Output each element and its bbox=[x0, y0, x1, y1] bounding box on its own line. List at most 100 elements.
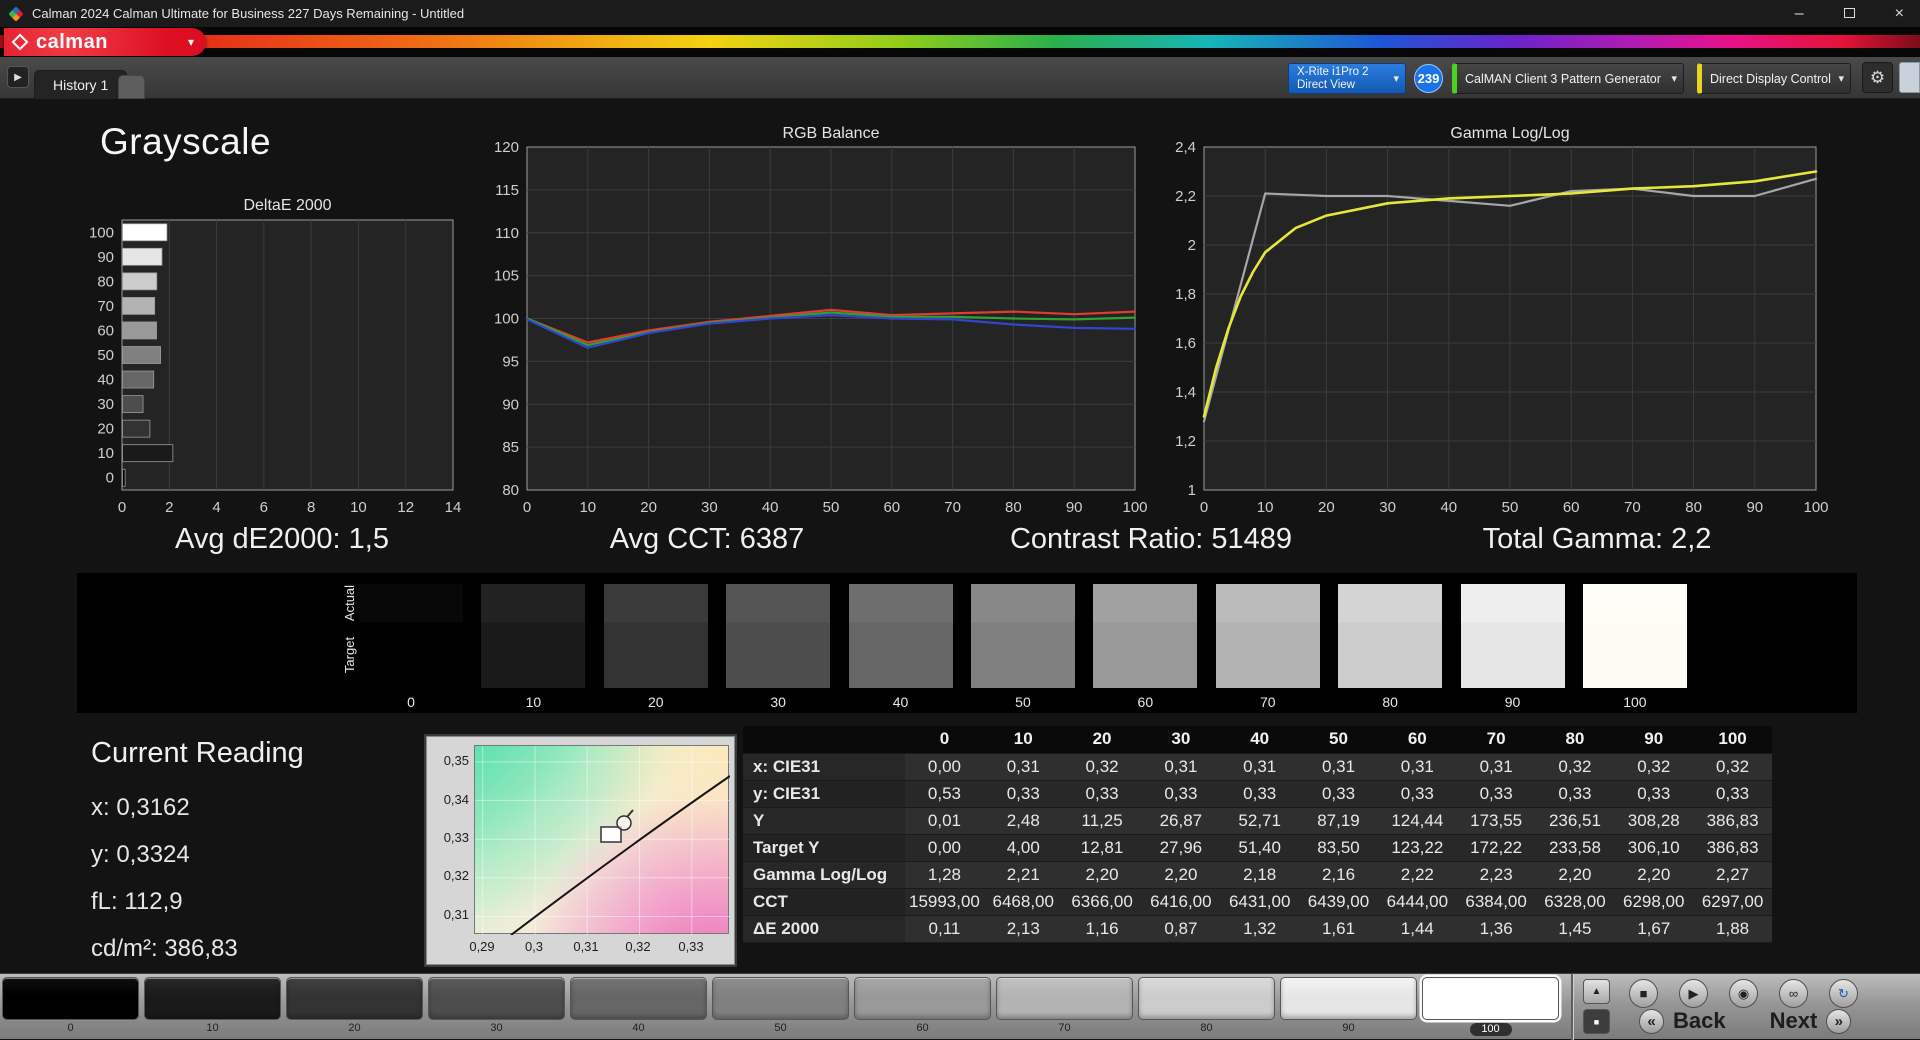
refresh-button[interactable]: ↻ bbox=[1829, 979, 1858, 1008]
display-control-dropdown[interactable]: Direct Display Control ▾ bbox=[1697, 63, 1851, 94]
stop-button[interactable]: ■ bbox=[1629, 979, 1658, 1008]
tab-history-1[interactable]: History 1 bbox=[34, 70, 128, 99]
back-button[interactable]: Back bbox=[1673, 1008, 1726, 1034]
pattern-button-100[interactable]: 100 bbox=[1422, 977, 1559, 1036]
pattern-button-0[interactable]: 0 bbox=[2, 977, 139, 1036]
record-button[interactable]: ◉ bbox=[1729, 979, 1758, 1008]
table-cell: 0,31 bbox=[1141, 753, 1221, 781]
table-cell: 2,48 bbox=[983, 807, 1063, 835]
play-icon: ▶ bbox=[1688, 985, 1699, 1001]
tab-stub[interactable] bbox=[118, 75, 145, 99]
svg-text:0: 0 bbox=[1200, 499, 1208, 516]
table-header-row: 0 10 20 30 40 50 60 70 80 90 100 bbox=[743, 726, 1772, 754]
table-cell: 12,81 bbox=[1062, 834, 1142, 862]
row-label: Y bbox=[743, 807, 906, 835]
meter-dropdown[interactable]: X-Rite i1Pro 2 Direct View ▾ bbox=[1288, 63, 1406, 94]
calman-logo-button[interactable]: calman ▾ bbox=[4, 28, 206, 56]
pattern-window-button[interactable]: ■ bbox=[1583, 1009, 1610, 1034]
table-cell: 51,40 bbox=[1220, 834, 1300, 862]
table-cell: 2,13 bbox=[983, 915, 1063, 943]
pattern-button-40[interactable]: 40 bbox=[570, 977, 707, 1036]
table-cell: 172,22 bbox=[1456, 834, 1536, 862]
pattern-button-10[interactable]: 10 bbox=[144, 977, 281, 1036]
pattern-swatch bbox=[2, 977, 139, 1020]
table-cell: 0,00 bbox=[905, 753, 984, 781]
swatch-row: 0 10 20 30 40 50 60 70 80 90 100 bbox=[359, 584, 1687, 710]
svg-text:30: 30 bbox=[701, 499, 718, 516]
next-button[interactable]: Next bbox=[1770, 1008, 1818, 1034]
pattern-swatch bbox=[144, 977, 281, 1020]
close-button[interactable]: × bbox=[1895, 5, 1904, 22]
maximize-button[interactable] bbox=[1843, 6, 1855, 22]
table-cell: 1,44 bbox=[1377, 915, 1457, 943]
pattern-level-label: 60 bbox=[916, 1022, 929, 1034]
row-label: x: CIE31 bbox=[743, 753, 906, 781]
table-cell: 87,19 bbox=[1299, 807, 1378, 835]
svg-text:95: 95 bbox=[502, 353, 519, 370]
svg-text:30: 30 bbox=[1379, 499, 1396, 516]
table-cell: 2,27 bbox=[1693, 861, 1772, 889]
svg-text:100: 100 bbox=[494, 311, 519, 328]
table-cell: 6444,00 bbox=[1377, 888, 1457, 916]
row-label: y: CIE31 bbox=[743, 780, 906, 808]
table-cell: 308,28 bbox=[1614, 807, 1694, 835]
pattern-button-90[interactable]: 90 bbox=[1280, 977, 1417, 1036]
pattern-generator-dropdown[interactable]: CalMAN Client 3 Pattern Generator ▾ bbox=[1452, 63, 1684, 94]
table-cell: 6366,00 bbox=[1062, 888, 1142, 916]
grayscale-swatch-20: 20 bbox=[603, 584, 708, 710]
swatch-square bbox=[1338, 584, 1443, 688]
rgb-balance-chart: RGB Balance 0 10 20 30 40 50 60 70 80 90 100 120 115 1… bbox=[481, 122, 1181, 517]
history-nav-button[interactable]: ▶ bbox=[7, 66, 29, 88]
link-button[interactable]: ∞ bbox=[1779, 979, 1808, 1008]
table-cell: 1,67 bbox=[1614, 915, 1694, 943]
swatch-square bbox=[848, 584, 953, 688]
reading-fl: fL: 112,9 bbox=[91, 888, 183, 915]
table-cell: 0,00 bbox=[905, 834, 984, 862]
table-header-cell: 20 bbox=[1062, 726, 1142, 754]
svg-text:50: 50 bbox=[97, 347, 114, 364]
svg-text:0: 0 bbox=[106, 470, 114, 487]
table-cell: 1,28 bbox=[905, 861, 984, 889]
table-row: ΔE 2000 0,11 2,13 1,16 0,87 1,32 1,61 1,44 1,36 1… bbox=[743, 915, 1772, 943]
meter-count-badge[interactable]: 239 bbox=[1414, 64, 1443, 93]
cie-x-tick: 0,31 bbox=[573, 939, 599, 954]
svg-text:60: 60 bbox=[883, 499, 900, 516]
table-header-cell bbox=[743, 726, 906, 754]
svg-text:DeltaE 2000: DeltaE 2000 bbox=[243, 197, 331, 214]
page-title: Grayscale bbox=[100, 121, 272, 162]
pattern-generator-label: CalMAN Client 3 Pattern Generator bbox=[1465, 71, 1661, 86]
pattern-button-30[interactable]: 30 bbox=[428, 977, 565, 1036]
back-button-icon[interactable]: « bbox=[1639, 1008, 1664, 1034]
svg-text:10: 10 bbox=[350, 499, 367, 516]
swatch-label: 0 bbox=[407, 694, 415, 710]
table-cell: 6431,00 bbox=[1220, 888, 1300, 916]
pattern-button-70[interactable]: 70 bbox=[996, 977, 1133, 1036]
pattern-button-50[interactable]: 50 bbox=[712, 977, 849, 1036]
settings-button[interactable]: ⚙ bbox=[1862, 62, 1893, 93]
next-button-icon[interactable]: » bbox=[1826, 1008, 1852, 1034]
panel-toggle-button[interactable] bbox=[1899, 62, 1920, 93]
pattern-swatch bbox=[996, 977, 1133, 1020]
pattern-level-label: 50 bbox=[774, 1022, 787, 1034]
swatch-label: 10 bbox=[525, 694, 542, 710]
svg-text:1,8: 1,8 bbox=[1175, 286, 1196, 303]
svg-text:100: 100 bbox=[1122, 499, 1147, 516]
grayscale-swatch-80: 80 bbox=[1338, 584, 1443, 710]
titlebar: Calman 2024 Calman Ultimate for Business… bbox=[0, 0, 1920, 27]
pattern-button-80[interactable]: 80 bbox=[1138, 977, 1275, 1036]
svg-text:90: 90 bbox=[97, 249, 114, 266]
svg-text:0: 0 bbox=[118, 499, 126, 516]
collapse-toolbar-button[interactable]: ▲ bbox=[1583, 979, 1610, 1004]
svg-text:2: 2 bbox=[165, 499, 173, 516]
grayscale-swatch-band: Actual Target 0 10 20 30 40 50 60 70 80 90 100 bbox=[77, 573, 1857, 713]
calman-app-icon bbox=[8, 5, 24, 22]
table-cell: 1,36 bbox=[1456, 915, 1536, 943]
play-button[interactable]: ▶ bbox=[1679, 979, 1708, 1008]
grayscale-data-table: 0 10 20 30 40 50 60 70 80 90 100 x: CIE31 0,00 0,31 0,… bbox=[743, 726, 1772, 943]
pattern-button-60[interactable]: 60 bbox=[854, 977, 991, 1036]
minimize-button[interactable]: – bbox=[1795, 5, 1804, 22]
table-cell: 1,32 bbox=[1220, 915, 1300, 943]
pattern-button-20[interactable]: 20 bbox=[286, 977, 423, 1036]
table-cell: 0,33 bbox=[1141, 780, 1221, 808]
table-cell: 6468,00 bbox=[983, 888, 1063, 916]
